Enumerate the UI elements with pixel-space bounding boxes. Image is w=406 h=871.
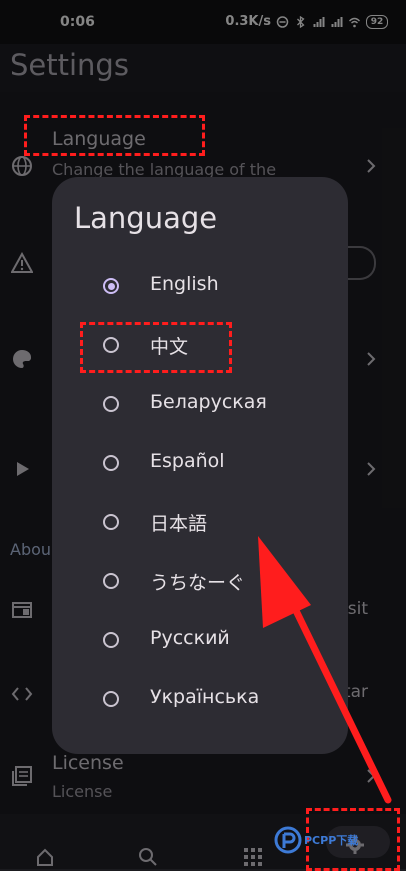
annotation-box-language	[24, 115, 205, 156]
language-option-english[interactable]: English	[52, 263, 348, 311]
language-option-belarusian[interactable]: Беларуская	[52, 381, 348, 429]
language-option-label: Русский	[150, 627, 230, 649]
language-option-spanish[interactable]: Español	[52, 440, 348, 488]
watermark-logo-icon	[274, 826, 302, 854]
radio-icon[interactable]	[103, 396, 119, 412]
language-dialog: Language English 中文 Беларуская Español 日…	[52, 177, 348, 754]
dialog-title: Language	[74, 201, 218, 235]
watermark-text: PCPP下载	[304, 834, 359, 847]
radio-icon[interactable]	[103, 573, 119, 589]
language-option-label: うちなーぐ	[150, 572, 246, 594]
language-option-label: English	[150, 273, 219, 295]
language-option-label: Українська	[150, 686, 260, 708]
language-option-okinawan[interactable]: うちなーぐ	[52, 558, 348, 606]
radio-icon[interactable]	[103, 455, 119, 471]
language-option-label: 日本語	[150, 513, 208, 535]
annotation-box-chinese	[80, 322, 232, 373]
radio-icon[interactable]	[103, 632, 119, 648]
language-option-russian[interactable]: Русский	[52, 617, 348, 665]
radio-icon[interactable]	[103, 691, 119, 707]
language-option-label: Беларуская	[150, 391, 267, 413]
language-option-japanese[interactable]: 日本語	[52, 499, 348, 547]
radio-icon[interactable]	[103, 514, 119, 530]
language-option-label: Español	[150, 450, 225, 472]
radio-selected-icon[interactable]	[103, 278, 119, 294]
language-option-ukrainian[interactable]: Українська	[52, 676, 348, 724]
